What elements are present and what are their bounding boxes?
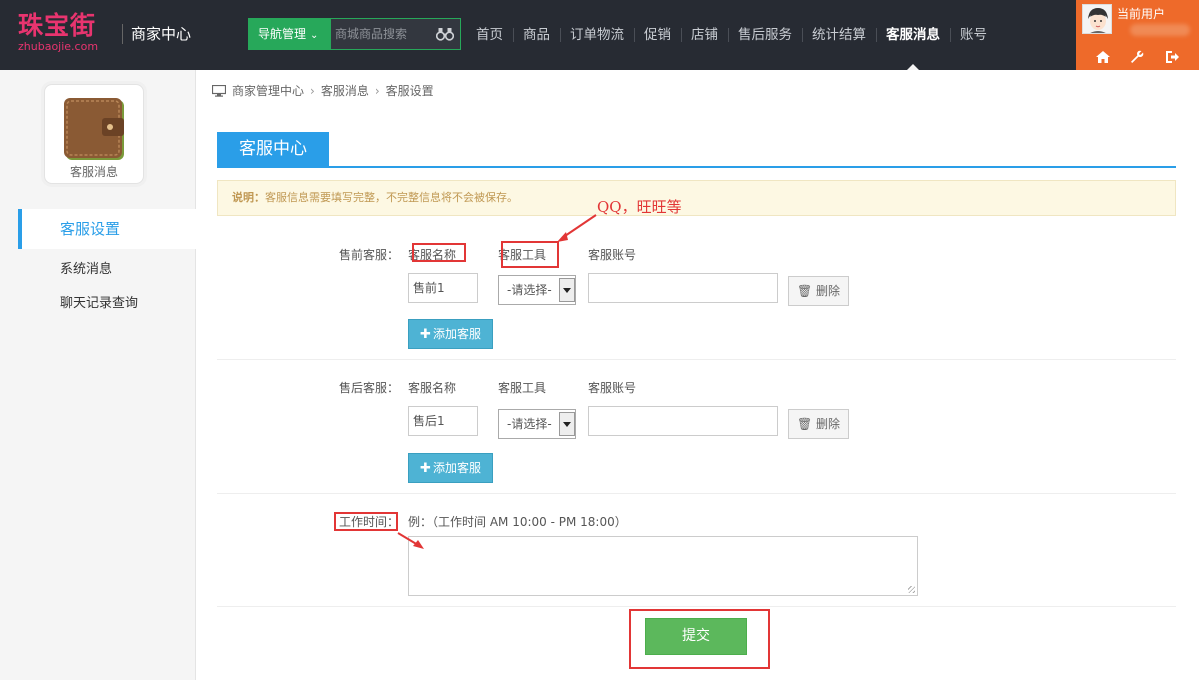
plus-icon: ✚ — [420, 327, 431, 342]
annotation-box-tool — [501, 241, 559, 268]
aftersale-delete-button[interactable]: 🗑 删除 — [788, 409, 849, 439]
sidebar-item-system-messages[interactable]: 系统消息 — [18, 258, 196, 277]
monitor-icon — [212, 84, 226, 97]
search-box — [330, 18, 461, 50]
section-divider — [217, 493, 1176, 494]
presale-tool-select[interactable]: -请选择- — [498, 275, 576, 305]
breadcrumb: 商家管理中心 › 客服消息 › 客服设置 — [212, 82, 434, 99]
presale-delete-button[interactable]: 🗑 删除 — [788, 276, 849, 306]
sidebar-item-cs-settings[interactable]: 客服设置 — [18, 209, 196, 249]
notice-label: 说明： — [232, 191, 265, 204]
avatar[interactable] — [1082, 4, 1112, 34]
breadcrumb-separator: › — [374, 83, 380, 98]
nav-orders-logistics[interactable]: 订单物流 — [560, 0, 634, 70]
sidebar: 客服消息 客服设置 系统消息 聊天记录查询 — [0, 70, 196, 680]
aftersale-tool-selected: -请选择- — [507, 417, 552, 431]
sidebar-module-label: 客服消息 — [69, 165, 118, 179]
top-header: 珠宝街 zhubaojie.com 商家中心 导航管理⌄ 首页 商品 订单物流 … — [0, 0, 1199, 70]
wrench-settings-icon[interactable] — [1129, 49, 1145, 65]
home-icon[interactable] — [1095, 49, 1111, 65]
work-time-hint: 例：（工作时间 AM 10:00 - PM 18:00） — [408, 515, 627, 529]
nav-manage-label: 导航管理 — [258, 27, 307, 41]
user-avatar-icon — [1083, 5, 1111, 33]
column-header-account: 客服账号 — [588, 248, 637, 262]
plus-icon: ✚ — [420, 461, 431, 476]
nav-store[interactable]: 店铺 — [681, 0, 728, 70]
nav-account[interactable]: 账号 — [950, 0, 997, 70]
aftersale-account-input[interactable] — [588, 406, 778, 436]
logout-icon[interactable] — [1164, 49, 1180, 65]
user-panel: 当前用户 — [1076, 0, 1199, 70]
current-user-label: 当前用户 — [1117, 7, 1166, 21]
annotation-box-work-time — [334, 512, 398, 531]
nav-home[interactable]: 首页 — [466, 0, 513, 70]
breadcrumb-separator: › — [310, 83, 315, 98]
dropdown-arrow-icon — [559, 412, 575, 436]
aftersale-label: 售后客服： — [339, 381, 400, 395]
aftersale-tool-select[interactable]: -请选择- — [498, 409, 576, 439]
trash-icon: 🗑 — [796, 417, 813, 431]
nav-customer-service[interactable]: 客服消息 — [876, 0, 950, 70]
aftersale-delete-label: 删除 — [816, 417, 841, 431]
site-logo[interactable]: 珠宝街 zhubaojie.com — [18, 12, 110, 56]
nav-after-sales[interactable]: 售后服务 — [728, 0, 802, 70]
nav-promotion[interactable]: 促销 — [634, 0, 681, 70]
notice-bar: 说明：客服信息需要填写完整，不完整信息将不会被保存。 — [217, 180, 1176, 216]
breadcrumb-item-merchant-center[interactable]: 商家管理中心 — [232, 82, 304, 99]
nav-manage-button[interactable]: 导航管理 ⌄ — [248, 18, 330, 50]
aftersale-add-button[interactable]: ✚ 添加客服 — [408, 453, 493, 483]
brand-title: 商家中心 — [131, 25, 192, 43]
work-time-textarea[interactable] — [408, 536, 918, 596]
panel-title-tab: 客服中心 — [217, 132, 329, 166]
nav-statistics[interactable]: 统计结算 — [802, 0, 876, 70]
section-divider — [217, 606, 1176, 607]
presale-name-input[interactable]: 售前1 — [408, 273, 478, 303]
presale-add-label: 添加客服 — [432, 327, 481, 341]
aftersale-add-label: 添加客服 — [432, 461, 481, 475]
chevron-down-icon: ⌄ — [310, 30, 319, 41]
trash-icon: 🗑 — [796, 284, 813, 298]
presale-delete-label: 删除 — [816, 284, 841, 298]
panel-title-underline — [217, 166, 1176, 168]
sidebar-item-chat-history[interactable]: 聊天记录查询 — [18, 292, 196, 311]
section-divider — [217, 359, 1176, 360]
column-header-name: 客服名称 — [408, 381, 457, 395]
presale-tool-selected: -请选择- — [507, 283, 552, 297]
logo-domain: zhubaojie.com — [18, 40, 99, 53]
breadcrumb-item-cs-settings: 客服设置 — [385, 84, 434, 98]
breadcrumb-item-cs-messages[interactable]: 客服消息 — [321, 82, 369, 99]
brand-divider — [122, 24, 123, 44]
nav-goods[interactable]: 商品 — [513, 0, 560, 70]
presale-label: 售前客服： — [339, 248, 400, 262]
search-input[interactable] — [335, 25, 435, 43]
wallet-icon — [64, 98, 124, 160]
binoculars-search-icon[interactable] — [436, 27, 454, 41]
blurred-username — [1130, 24, 1190, 36]
aftersale-name-input[interactable]: 售后1 — [408, 406, 478, 436]
sidebar-module-card[interactable]: 客服消息 — [44, 84, 144, 184]
column-header-account: 客服账号 — [588, 381, 637, 395]
annotation-text: QQ，旺旺等 — [597, 198, 682, 216]
annotation-box-submit — [629, 609, 770, 669]
annotation-box-name — [412, 243, 466, 262]
presale-account-input[interactable] — [588, 273, 778, 303]
user-tools — [1076, 44, 1199, 70]
top-navigation: 首页 商品 订单物流 促销 店铺 售后服务 统计结算 客服消息 账号 — [466, 0, 997, 70]
logo-chinese: 珠宝街 — [18, 11, 97, 40]
dropdown-arrow-icon — [559, 278, 575, 302]
presale-add-button[interactable]: ✚ 添加客服 — [408, 319, 493, 349]
notice-text: 客服信息需要填写完整，不完整信息将不会被保存。 — [265, 191, 518, 204]
column-header-tool: 客服工具 — [498, 381, 547, 395]
